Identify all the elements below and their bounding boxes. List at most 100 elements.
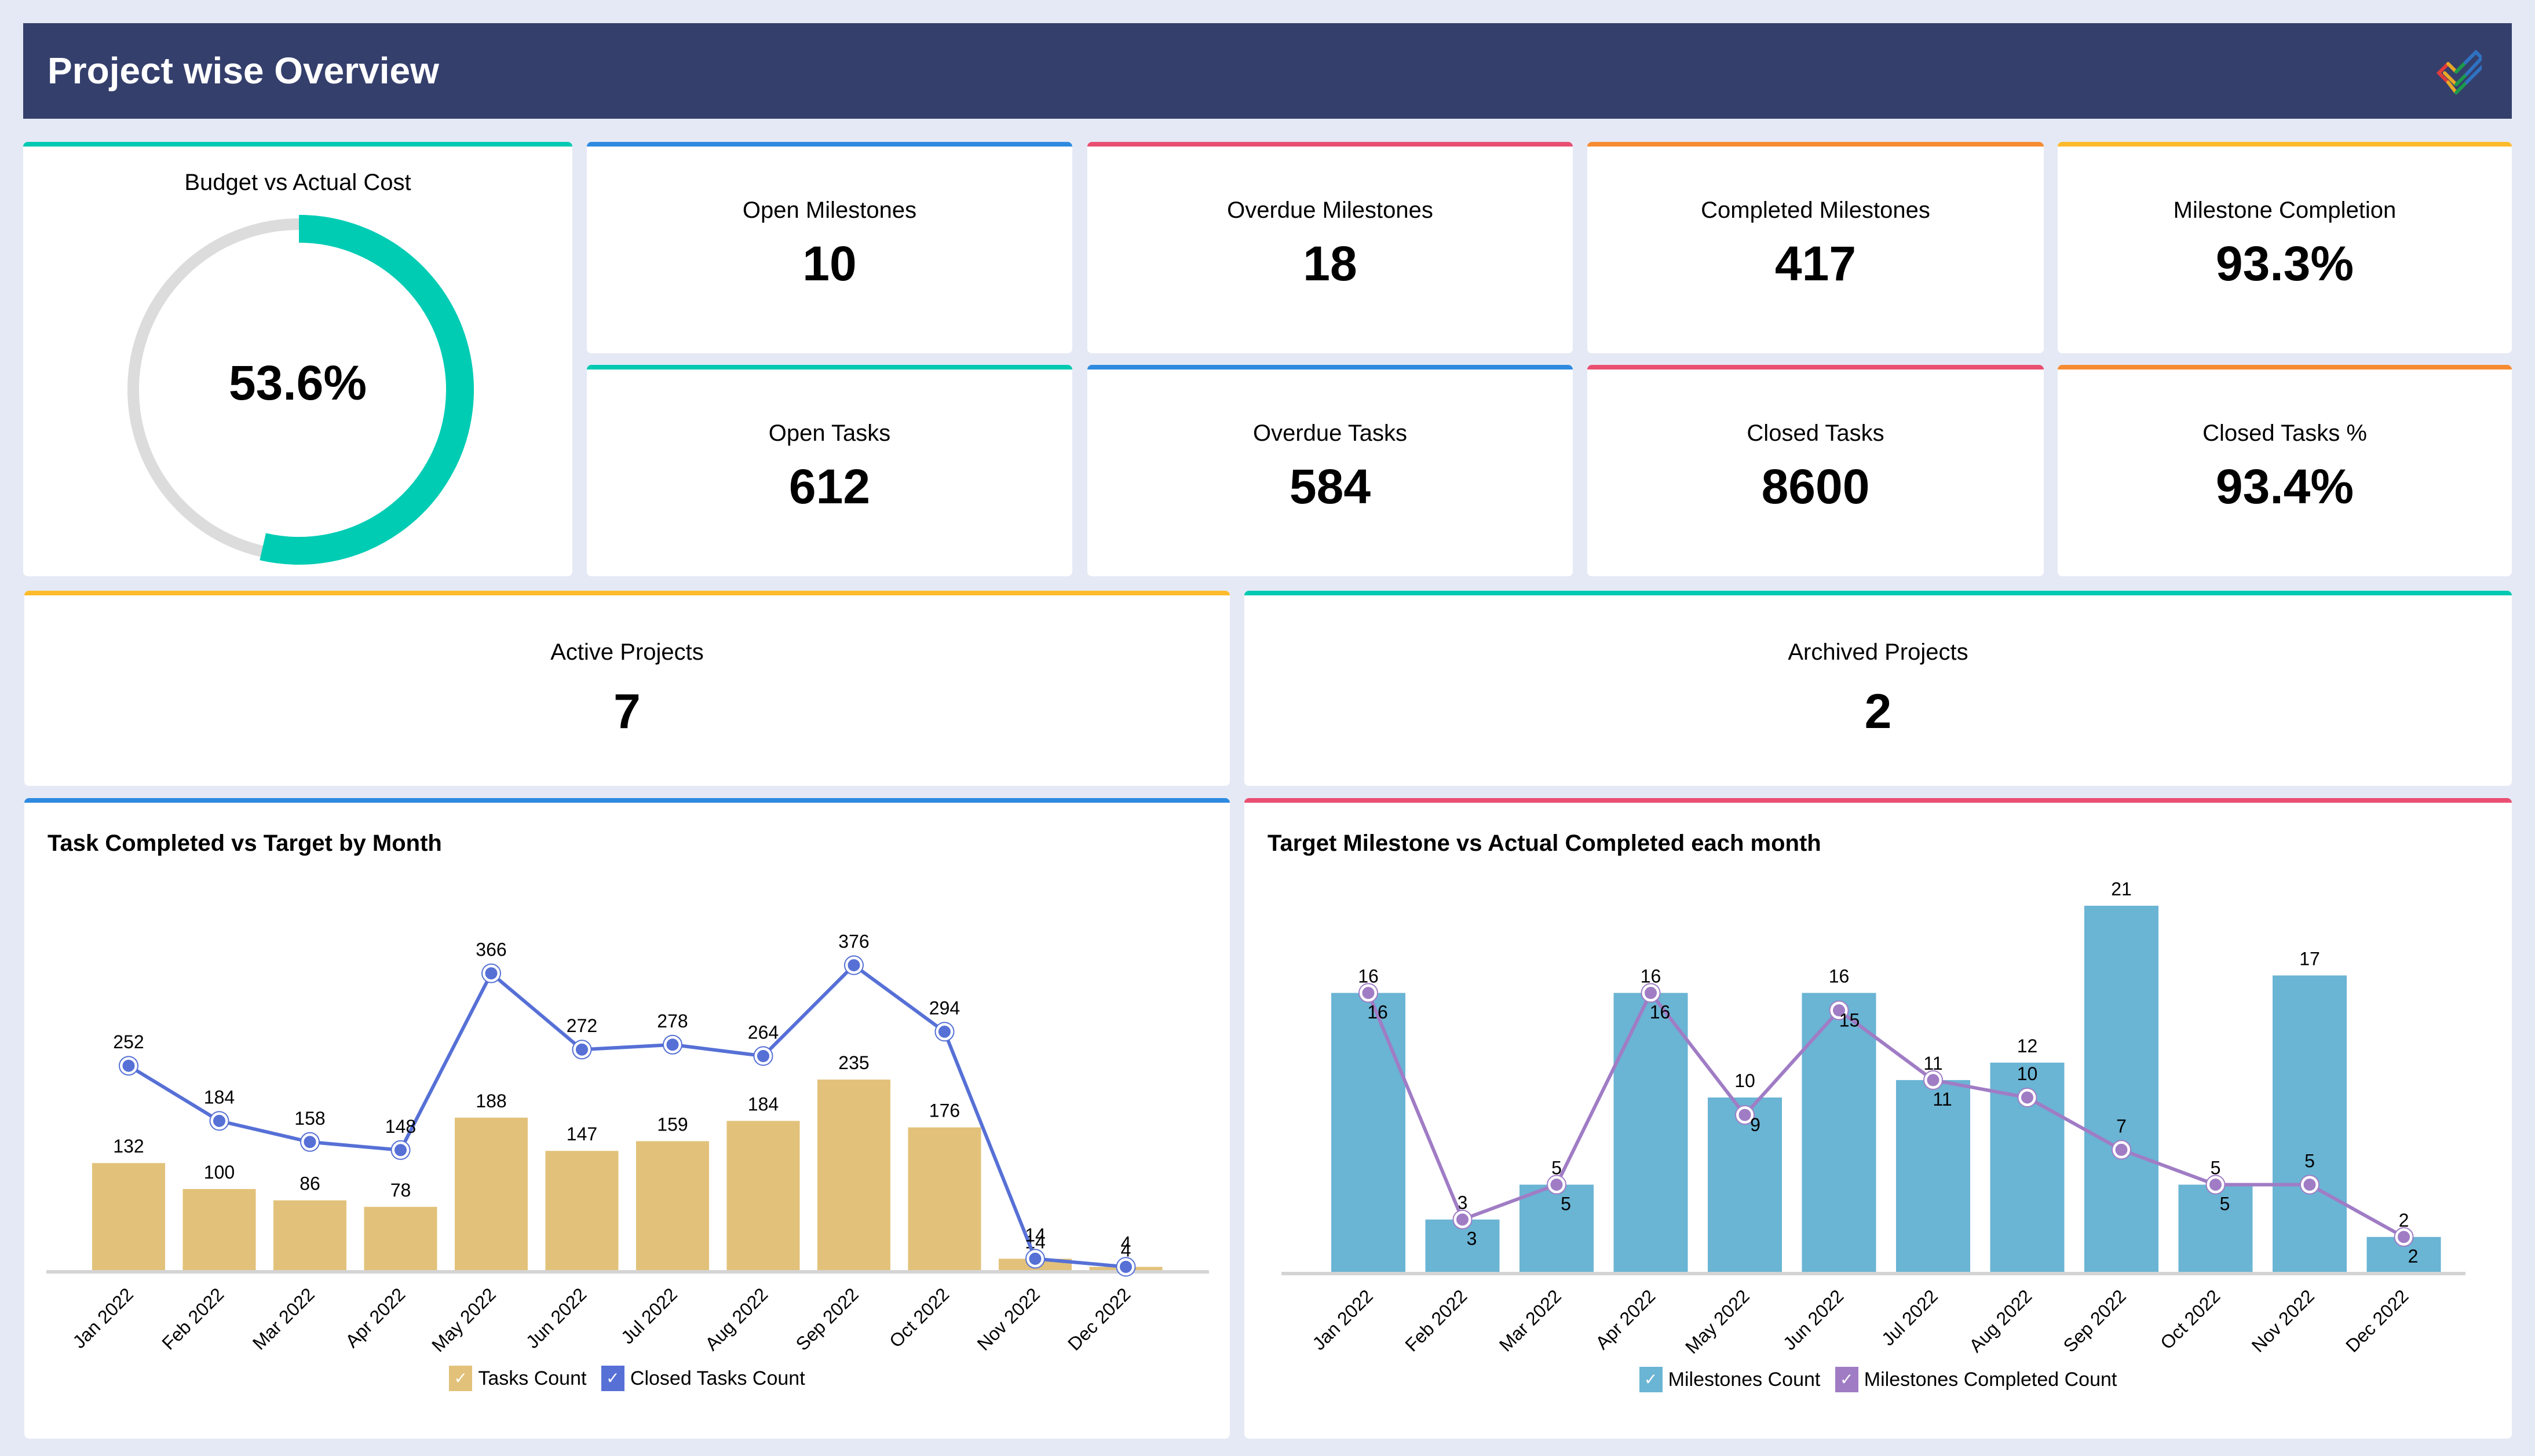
- line-point: [845, 956, 863, 975]
- line-point: [2018, 1088, 2036, 1107]
- kpi-label: Closed Tasks: [1747, 420, 1884, 446]
- kpi-label: Milestone Completion: [2173, 197, 2397, 223]
- card-accent-bar: [587, 142, 1072, 147]
- line-point: [210, 1111, 228, 1130]
- kpi-card-overdue-milestones[interactable]: Overdue Milestones 18: [1087, 142, 1573, 353]
- bar: [364, 1206, 437, 1270]
- line-data-label: 294: [929, 997, 960, 1018]
- line-data-label: 14: [1025, 1224, 1046, 1245]
- kpi-card-closed-tasks[interactable]: Closed Tasks 8600: [1587, 365, 2044, 576]
- x-tick-label: May 2022: [1681, 1285, 1754, 1358]
- line-data-label: 376: [838, 931, 869, 952]
- line-point: [482, 964, 501, 983]
- x-tick-label: Jun 2022: [1779, 1285, 1848, 1354]
- card-accent-bar: [24, 591, 1230, 595]
- milestone-chart-card[interactable]: Target Milestone vs Actual Completed eac…: [1244, 798, 2512, 1439]
- legend-check-icon: ✓: [601, 1366, 624, 1391]
- bar: [636, 1141, 709, 1270]
- chart-legend: ✓ Tasks Count ✓ Closed Tasks Count: [24, 1366, 1230, 1391]
- bar: [2178, 1184, 2253, 1272]
- legend-label: Tasks Count: [478, 1367, 587, 1389]
- line-data-label: 16: [1367, 1001, 1388, 1022]
- bar: [2273, 975, 2347, 1272]
- x-tick-label: Sep 2022: [2059, 1285, 2130, 1356]
- legend-item-tasks-count[interactable]: ✓ Tasks Count: [449, 1366, 586, 1391]
- kpi-value: 10: [802, 236, 857, 291]
- x-tick-label: Aug 2022: [1965, 1285, 2036, 1356]
- bar: [817, 1080, 890, 1270]
- line-point: [1026, 1249, 1044, 1268]
- kpi-card-open-tasks[interactable]: Open Tasks 612: [587, 365, 1072, 576]
- legend-item-closed-tasks-count[interactable]: ✓ Closed Tasks Count: [601, 1366, 805, 1391]
- x-tick-label: Jul 2022: [617, 1283, 681, 1348]
- card-accent-bar: [1587, 142, 2044, 147]
- active-projects-card[interactable]: Active Projects 7: [24, 591, 1230, 786]
- kpi-card-overdue-tasks[interactable]: Overdue Tasks 584: [1087, 365, 1573, 576]
- line-point: [392, 1141, 410, 1159]
- kpi-card-milestone-completion[interactable]: Milestone Completion 93.3%: [2058, 142, 2512, 353]
- card-accent-bar: [587, 365, 1072, 370]
- kpi-card-closed-tasks[interactable]: Closed Tasks % 93.4%: [2058, 365, 2512, 576]
- line-point: [663, 1036, 682, 1054]
- legend-label: Milestones Completed Count: [1864, 1368, 2117, 1391]
- line-point: [1924, 1071, 1942, 1089]
- bar: [2084, 905, 2158, 1272]
- bar-data-label: 86: [299, 1173, 320, 1194]
- bar-data-label: 100: [204, 1162, 235, 1183]
- kpi-label: Overdue Tasks: [1252, 420, 1408, 446]
- kpi-value: 612: [788, 459, 871, 514]
- line-point: [301, 1133, 319, 1151]
- line-point: [1359, 983, 1378, 1002]
- x-tick-label: May 2022: [428, 1283, 500, 1356]
- line-data-label: 252: [113, 1031, 144, 1052]
- x-tick-label: Dec 2022: [2342, 1285, 2412, 1356]
- archived-projects-card[interactable]: Archived Projects 2: [1244, 591, 2512, 786]
- line-data-label: 3: [1467, 1228, 1477, 1249]
- legend-check-icon: ✓: [1835, 1367, 1858, 1392]
- line-data-label: 4: [1121, 1232, 1131, 1253]
- line-data-label: 9: [1750, 1114, 1760, 1135]
- kpi-value: 8600: [1761, 459, 1870, 514]
- budget-vs-actual-card[interactable]: Budget vs Actual Cost 53.6%: [23, 142, 572, 576]
- kpi-label: Completed Milestones: [1701, 197, 1930, 223]
- line-data-label: 184: [204, 1086, 235, 1107]
- bar-data-label: 184: [748, 1093, 779, 1114]
- page-title: Project wise Overview: [48, 50, 439, 92]
- line-data-label: 366: [476, 939, 506, 960]
- kpi-card-completed-milestones[interactable]: Completed Milestones 417: [1587, 142, 2044, 353]
- kpi-card-open-milestones[interactable]: Open Milestones 10: [587, 142, 1072, 353]
- bar-data-label: 17: [2299, 948, 2320, 969]
- x-tick-label: Jun 2022: [522, 1283, 591, 1352]
- bar: [1331, 993, 1405, 1272]
- line-point: [936, 1022, 954, 1041]
- line-data-label: 5: [2220, 1194, 2230, 1214]
- x-tick-label: Feb 2022: [1401, 1285, 1471, 1355]
- bar-data-label: 12: [2017, 1036, 2038, 1056]
- card-accent-bar: [1244, 591, 2512, 595]
- line-point: [2207, 1176, 2224, 1194]
- bar-data-label: 176: [929, 1100, 960, 1121]
- legend-item-milestones-count[interactable]: ✓ Milestones Count: [1639, 1367, 1820, 1392]
- task-completed-chart-card[interactable]: Task Completed vs Target by Month 132 100…: [24, 798, 1230, 1439]
- x-tick-label: Jan 2022: [1308, 1285, 1377, 1354]
- line-data-label: 264: [748, 1022, 779, 1042]
- line-point: [2300, 1176, 2319, 1194]
- x-tick-label: Oct 2022: [885, 1283, 953, 1351]
- line-point: [573, 1040, 591, 1059]
- bar-data-label: 188: [476, 1091, 506, 1111]
- task-completed-chart: 132 100 86 78 188 147 159 184 235 176 14 4 252 184 158…: [46, 931, 1209, 1356]
- bar: [1613, 993, 1688, 1272]
- x-tick-label: Dec 2022: [1064, 1283, 1134, 1354]
- bar-data-label: 16: [1829, 965, 1850, 986]
- x-tick-label: Apr 2022: [1591, 1285, 1659, 1353]
- x-tick-label: Jan 2022: [68, 1283, 137, 1352]
- kpi-value: 93.3%: [2215, 236, 2354, 291]
- milestone-chart: 1635161016111221517216351691511107552Jan…: [1281, 879, 2465, 1358]
- line-data-label: 2: [2408, 1246, 2419, 1267]
- kpi-value: 18: [1303, 236, 1357, 291]
- line-point: [1547, 1176, 1566, 1194]
- legend-item-milestones-completed-count[interactable]: ✓ Milestones Completed Count: [1835, 1367, 2117, 1392]
- bar: [726, 1121, 800, 1270]
- line-point: [2112, 1140, 2131, 1159]
- active-projects-label: Active Projects: [550, 639, 704, 665]
